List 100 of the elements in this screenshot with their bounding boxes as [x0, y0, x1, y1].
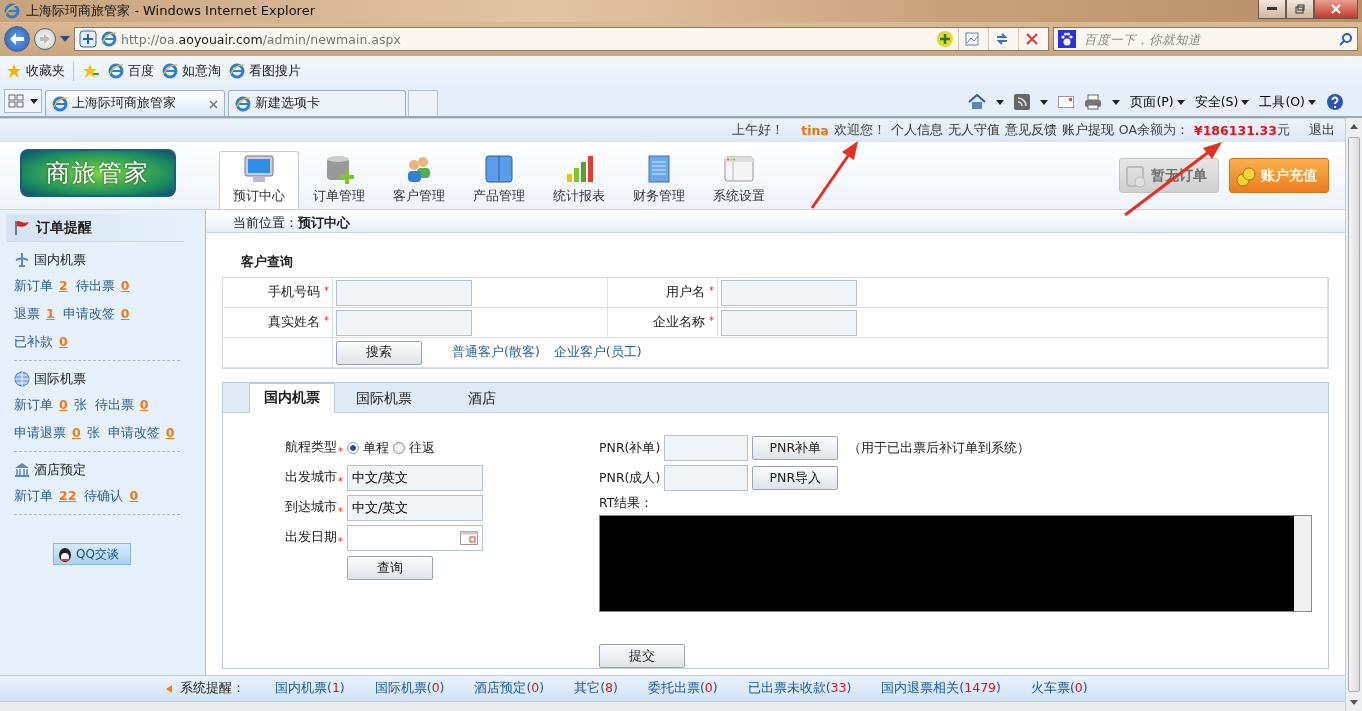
- customer-type-link[interactable]: 普通客户(散客): [452, 344, 540, 361]
- booking-tab[interactable]: 国内机票: [249, 383, 335, 413]
- reminder-link[interactable]: 委托出票(0): [647, 680, 718, 697]
- input-field[interactable]: 中文/英文: [347, 495, 483, 521]
- date-field[interactable]: [347, 525, 483, 551]
- submit-button[interactable]: 提交: [599, 644, 685, 668]
- caret-icon[interactable]: [30, 98, 38, 104]
- ie-icon: [162, 63, 178, 79]
- input-field[interactable]: [336, 309, 472, 336]
- nav-tab[interactable]: 产品管理: [459, 151, 539, 209]
- favorite-link[interactable]: 如意淘: [162, 62, 221, 80]
- input-field[interactable]: [664, 435, 749, 461]
- pnr-button[interactable]: PNR补单: [752, 436, 839, 460]
- input-field[interactable]: [336, 279, 472, 306]
- search-icon[interactable]: [1339, 32, 1353, 46]
- close-icon: [209, 99, 218, 109]
- refresh-icon: [994, 32, 1009, 46]
- qq-chat-button[interactable]: QQ交谈: [53, 543, 131, 565]
- nav-tab[interactable]: 订单管理: [299, 151, 379, 209]
- nav-tab[interactable]: 预订中心: [219, 151, 299, 209]
- input-field[interactable]: [721, 279, 857, 306]
- radio-button[interactable]: [393, 442, 405, 454]
- address-field[interactable]: http://oa.aoyouair.com/admin/newmain.aspx: [74, 27, 1049, 51]
- feed-icon[interactable]: [1014, 94, 1031, 110]
- plus-icon[interactable]: [936, 30, 954, 48]
- required-mark: *: [338, 446, 343, 457]
- window-title: 上海际珂商旅管家 - Windows Internet Explorer: [26, 2, 316, 20]
- close-button[interactable]: [1314, 0, 1358, 19]
- restore-button[interactable]: [1286, 0, 1314, 19]
- shield-icon: [79, 30, 97, 48]
- home-icon[interactable]: [968, 94, 987, 110]
- command-menu[interactable]: 工具(O): [1259, 93, 1316, 111]
- scroll-up-icon[interactable]: [1350, 124, 1358, 129]
- input-field[interactable]: [721, 309, 857, 336]
- field-label: 真实姓名: [268, 314, 320, 331]
- airplane-icon: [14, 252, 30, 268]
- booking-tab[interactable]: 酒店: [433, 383, 531, 413]
- search-button[interactable]: 搜索: [336, 340, 422, 365]
- field-label: RT结果：: [599, 495, 655, 511]
- caret-icon[interactable]: [1241, 99, 1250, 105]
- caret-icon[interactable]: [1308, 99, 1316, 105]
- favorites-button[interactable]: 收藏夹: [6, 62, 65, 80]
- result-textarea[interactable]: [599, 515, 1312, 612]
- reminder-title: 系统提醒：: [180, 680, 245, 697]
- page-icon: [101, 31, 117, 47]
- command-menu[interactable]: 安全(S): [1194, 93, 1250, 111]
- mail-icon[interactable]: [1058, 96, 1075, 108]
- section-title: 客户查询: [240, 253, 294, 271]
- reminder-link[interactable]: 其它(8): [574, 680, 618, 697]
- calendar-icon[interactable]: [460, 531, 478, 545]
- field-label: 航程类型: [285, 439, 337, 456]
- customer-type-link[interactable]: 企业客户(员工): [553, 344, 642, 361]
- search-box[interactable]: 百度一下，你就知道: [1053, 27, 1358, 51]
- account-link[interactable]: 账户提现: [1061, 122, 1114, 139]
- browser-tab[interactable]: 上海际珂商旅管家: [45, 90, 225, 116]
- field-label: PNR(补单): [599, 439, 661, 457]
- account-link[interactable]: 无人守值: [947, 122, 1000, 139]
- reminder-link[interactable]: 火车票(0): [1030, 680, 1088, 697]
- nav-tab[interactable]: 客户管理: [379, 151, 459, 209]
- caret-icon[interactable]: [1176, 99, 1185, 105]
- command-menu[interactable]: 页面(P): [1130, 93, 1185, 111]
- account-link[interactable]: 意见反馈: [1004, 122, 1057, 139]
- reminder-link[interactable]: 酒店预定(0): [474, 680, 545, 697]
- minimize-button[interactable]: [1258, 0, 1286, 19]
- caret-icon[interactable]: [1040, 99, 1049, 105]
- query-button[interactable]: 查询: [347, 556, 433, 580]
- caret-icon[interactable]: [996, 99, 1005, 105]
- pnr-button[interactable]: PNR导入: [752, 466, 839, 490]
- nav-tab[interactable]: 财务管理: [619, 151, 699, 209]
- field-label: 出发城市: [285, 469, 337, 486]
- forward-button[interactable]: [34, 28, 56, 50]
- add-favorite-icon[interactable]: [82, 63, 100, 79]
- username: tina: [801, 123, 829, 138]
- browser-tab[interactable]: 新建选项卡: [228, 90, 406, 116]
- account-link[interactable]: 个人信息: [890, 122, 943, 139]
- favorite-link[interactable]: 看图搜片: [229, 62, 301, 80]
- favorite-link[interactable]: 百度: [108, 62, 154, 80]
- help-icon[interactable]: [1326, 93, 1344, 111]
- input-field[interactable]: 中文/英文: [347, 465, 483, 491]
- input-field[interactable]: [664, 465, 749, 491]
- reminder-link[interactable]: 已出票未收款(33): [747, 680, 852, 697]
- ie-icon: [4, 3, 20, 19]
- reminder-link[interactable]: 国内机票(1): [275, 680, 345, 697]
- scroll-thumb[interactable]: [1348, 137, 1360, 692]
- printer-icon[interactable]: [1084, 94, 1103, 110]
- logout-link[interactable]: 退出: [1309, 122, 1335, 139]
- reminder-link[interactable]: 国际机票(0): [374, 680, 445, 697]
- quick-tabs-button[interactable]: [4, 89, 42, 113]
- scrollbar[interactable]: [1345, 118, 1362, 711]
- reminder-link[interactable]: 国内退票相关(1479): [881, 680, 1001, 697]
- booking-tab[interactable]: 国际机票: [335, 383, 433, 413]
- search-field[interactable]: 百度一下，你就知道: [1082, 30, 1333, 48]
- nav-tab[interactable]: 统计报表: [539, 151, 619, 209]
- caret-icon[interactable]: [1112, 99, 1121, 105]
- reminder-label: 已补款: [14, 333, 53, 351]
- radio-button[interactable]: [347, 442, 359, 454]
- nav-tab[interactable]: 系统设置: [699, 151, 779, 209]
- back-button[interactable]: [4, 26, 30, 52]
- reminder-label: 新订单: [14, 487, 53, 505]
- scroll-down-icon[interactable]: [1350, 700, 1358, 705]
